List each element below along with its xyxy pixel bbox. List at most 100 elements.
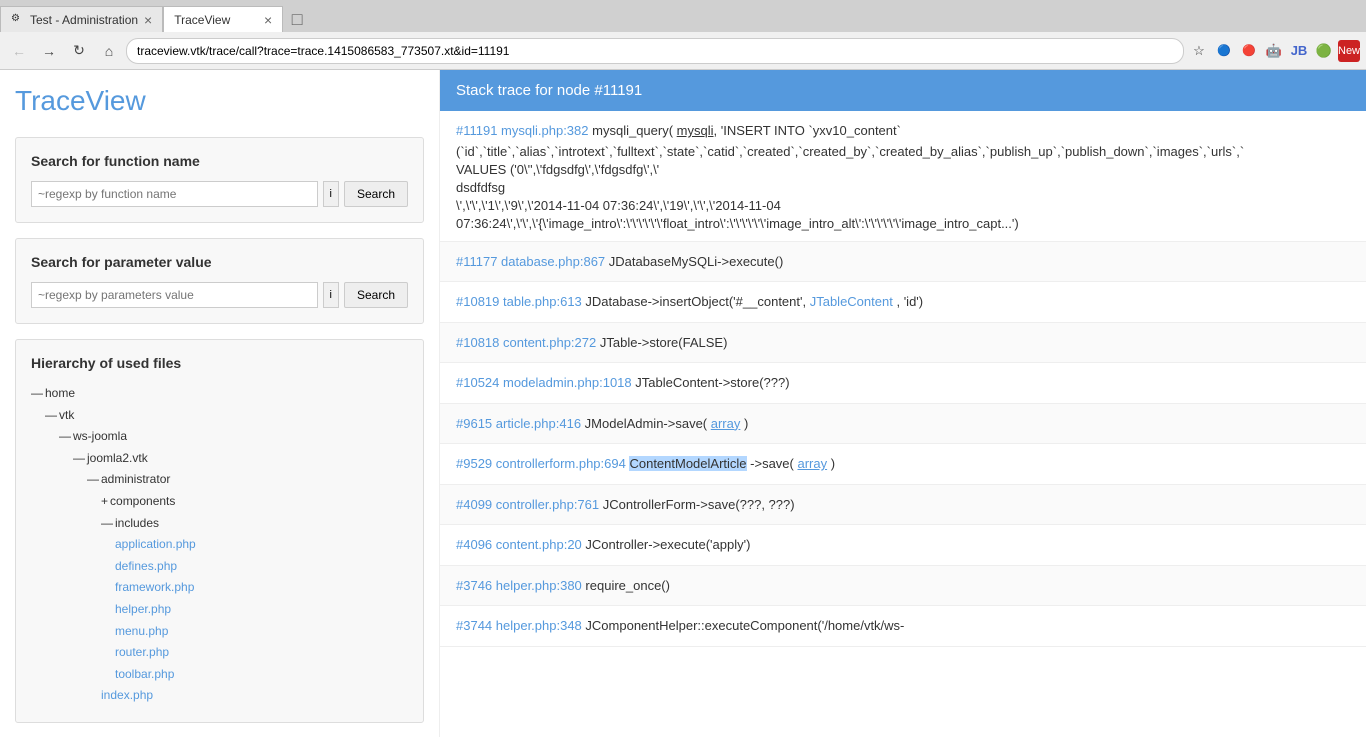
entry-link-4099[interactable]: #4099 controller.php:761 [456, 497, 599, 512]
stack-entry-10524: #10524 modeladmin.php:1018 JTableContent… [440, 363, 1366, 404]
search-function-input[interactable] [31, 181, 318, 207]
array-link-9529: array [797, 456, 827, 471]
entry-line-4096: #4096 content.php:20 JController->execut… [456, 535, 1350, 555]
browser-ext-4[interactable]: JB [1288, 40, 1310, 62]
entry-link-10819[interactable]: #10819 table.php:613 [456, 294, 582, 309]
collapse-icon-administrator[interactable]: — [87, 469, 99, 491]
tree-item-vtk: — vtk [31, 405, 408, 427]
entry-text-9615-after: ) [744, 416, 748, 431]
expand-icon-components[interactable]: + [101, 491, 108, 513]
entry-link-9615[interactable]: #9615 article.php:416 [456, 416, 581, 431]
tree-item-menu-php: menu.php [31, 621, 408, 643]
collapse-icon-vtk[interactable]: — [45, 405, 57, 427]
search-function-section: Search for function name i Search [15, 137, 424, 223]
entry-link-3746[interactable]: #3746 helper.php:380 [456, 578, 582, 593]
tree-item-index-php: index.php [31, 685, 408, 707]
search-function-flag[interactable]: i [323, 181, 339, 207]
entry-text-10524: JTableContent->store(???) [635, 375, 789, 390]
search-param-button[interactable]: Search [344, 282, 408, 308]
search-function-button[interactable]: Search [344, 181, 408, 207]
stack-entry-4096: #4096 content.php:20 JController->execut… [440, 525, 1366, 566]
entry-line-3744: #3744 helper.php:348 JComponentHelper::e… [456, 616, 1350, 636]
entry-text-10819-before: JDatabase->insertObject('#__content', [585, 294, 809, 309]
browser-ext-5[interactable]: 🟢 [1313, 40, 1335, 62]
search-param-input[interactable] [31, 282, 318, 308]
tree-item-home: — home [31, 383, 408, 405]
stack-entry-11177: #11177 database.php:867 JDatabaseMySQLi-… [440, 242, 1366, 283]
collapse-icon-home[interactable]: — [31, 383, 43, 405]
search-param-flag[interactable]: i [323, 282, 339, 308]
entry-line-9615: #9615 article.php:416 JModelAdmin->save(… [456, 414, 1350, 434]
link-defines-php[interactable]: defines.php [115, 556, 177, 578]
forward-button[interactable]: → [36, 38, 62, 64]
entry-line-9529: #9529 controllerform.php:694 ContentMode… [456, 454, 1350, 474]
entry-cont-11191-1: (`id`,`title`,`alias`,`introtext`,`fullt… [456, 144, 1350, 159]
browser-ext-2[interactable]: 🔴 [1238, 40, 1260, 62]
hierarchy-title: Hierarchy of used files [31, 355, 408, 371]
collapse-icon-joomla2[interactable]: — [73, 448, 85, 470]
search-param-section: Search for parameter value i Search [15, 238, 424, 324]
back-button[interactable]: ← [6, 38, 32, 64]
stack-entries: #11191 mysqli.php:382 mysqli_query( mysq… [440, 111, 1366, 647]
tab-title-traceview: TraceView [174, 13, 258, 27]
tab-traceview[interactable]: TraceView × [163, 6, 283, 32]
stack-entry-10818: #10818 content.php:272 JTable->store(FAL… [440, 323, 1366, 364]
entry-link-4096[interactable]: #4096 content.php:20 [456, 537, 582, 552]
entry-link-10818[interactable]: #10818 content.php:272 [456, 335, 596, 350]
tree-item-application-php: application.php [31, 534, 408, 556]
entry-line-4099: #4099 controller.php:761 JControllerForm… [456, 495, 1350, 515]
tab-close-test-admin[interactable]: × [144, 13, 152, 27]
tab-close-traceview[interactable]: × [264, 13, 272, 27]
highlight-contentmodelarticle: ContentModelArticle [629, 456, 746, 471]
entry-link-jtablecontent[interactable]: JTableContent [810, 294, 893, 309]
entry-cont-11191-4: \',\'\',\'1\',\'9\',\'2014-11-04 07:36:2… [456, 198, 1350, 213]
entry-text-3744: JComponentHelper::executeComponent('/hom… [585, 618, 904, 633]
entry-link-11177[interactable]: #11177 database.php:867 [456, 254, 605, 269]
new-tab-button[interactable]: □ [283, 6, 311, 32]
address-bar[interactable] [126, 38, 1184, 64]
hierarchy-section: Hierarchy of used files — home — vtk — w… [15, 339, 424, 723]
entry-text-3746: require_once() [585, 578, 670, 593]
entry-link-11191[interactable]: #11191 mysqli.php:382 [456, 123, 589, 138]
bookmark-icon[interactable]: ☆ [1188, 40, 1210, 62]
tab-test-admin[interactable]: ⚙ Test - Administration × [0, 6, 163, 32]
entry-text-11191: mysqli_query( mysqli, 'INSERT INTO `yxv1… [592, 123, 901, 138]
link-application-php[interactable]: application.php [115, 534, 196, 556]
reload-button[interactable]: ↻ [66, 38, 92, 64]
link-index-php[interactable]: index.php [101, 685, 153, 707]
entry-link-9529-array[interactable]: array [797, 456, 827, 471]
file-tree: — home — vtk — ws-joomla — joomla2.vtk [31, 383, 408, 707]
browser-ext-6[interactable]: New [1338, 40, 1360, 62]
tree-item-defines-php: defines.php [31, 556, 408, 578]
search-param-title: Search for parameter value [31, 254, 408, 270]
search-function-row: i Search [31, 181, 408, 207]
entry-text-9529-middle: ->save( [750, 456, 797, 471]
browser-ext-3[interactable]: 🤖 [1263, 40, 1285, 62]
link-menu-php[interactable]: menu.php [115, 621, 168, 643]
stack-entry-9529: #9529 controllerform.php:694 ContentMode… [440, 444, 1366, 485]
entry-link-9529[interactable]: #9529 controllerform.php:694 [456, 456, 626, 471]
browser-ext-1[interactable]: 🔵 [1213, 40, 1235, 62]
page-content: TraceView Search for function name i Sea… [0, 70, 1366, 737]
entry-text-10819-after: , 'id') [896, 294, 923, 309]
link-framework-php[interactable]: framework.php [115, 577, 194, 599]
entry-line-3746: #3746 helper.php:380 require_once() [456, 576, 1350, 596]
page-title: TraceView [15, 85, 424, 117]
entry-link-10524[interactable]: #10524 modeladmin.php:1018 [456, 375, 632, 390]
link-helper-php[interactable]: helper.php [115, 599, 171, 621]
entry-text-11177: JDatabaseMySQLi->execute() [609, 254, 784, 269]
left-panel: TraceView Search for function name i Sea… [0, 70, 440, 737]
link-toolbar-php[interactable]: toolbar.php [115, 664, 174, 686]
tree-item-administrator: — administrator [31, 469, 408, 491]
home-button[interactable]: ⌂ [96, 38, 122, 64]
stack-entry-11191: #11191 mysqli.php:382 mysqli_query( mysq… [440, 111, 1366, 242]
entry-link-9615-array[interactable]: array [711, 416, 741, 431]
link-router-php[interactable]: router.php [115, 642, 169, 664]
entry-link-3744[interactable]: #3744 helper.php:348 [456, 618, 582, 633]
entry-line-10818: #10818 content.php:272 JTable->store(FAL… [456, 333, 1350, 353]
collapse-icon-includes[interactable]: — [101, 513, 113, 535]
tree-item-framework-php: framework.php [31, 577, 408, 599]
tree-item-ws-joomla: — ws-joomla [31, 426, 408, 448]
right-panel: Stack trace for node #11191 #11191 mysql… [440, 70, 1366, 737]
collapse-icon-wsjoomla[interactable]: — [59, 426, 71, 448]
